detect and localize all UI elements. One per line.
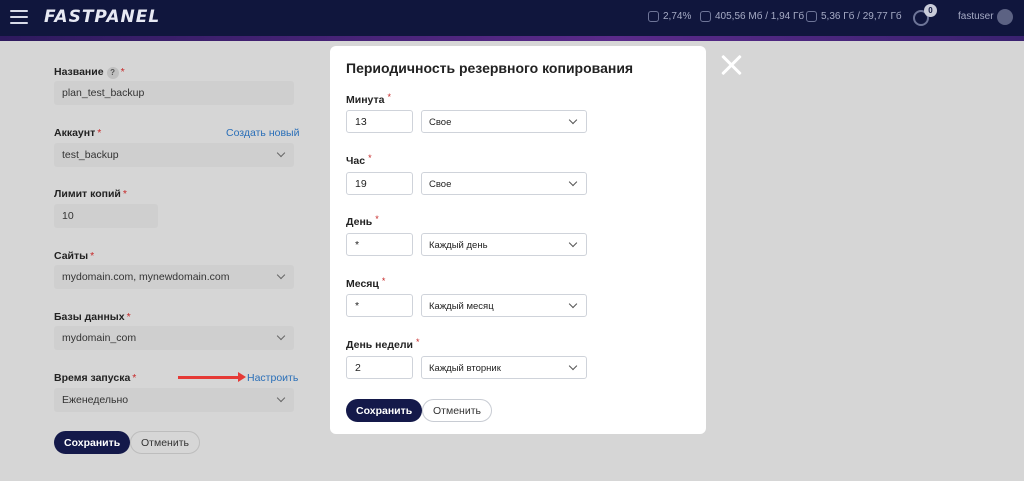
- create-account-link[interactable]: Создать новый: [226, 127, 299, 139]
- limit-label: Лимит копий *: [54, 188, 127, 200]
- hour-label: Час *: [346, 153, 372, 167]
- account-select[interactable]: test_backup: [54, 143, 294, 167]
- weekday-label: День недели *: [346, 337, 420, 351]
- schedule-modal: Периодичность резервного копирования Мин…: [330, 46, 706, 434]
- minute-mode-select[interactable]: Свое: [421, 110, 587, 133]
- minute-label: Минута *: [346, 92, 392, 106]
- user-avatar-icon[interactable]: [997, 9, 1013, 25]
- chevron-down-icon: [568, 299, 578, 309]
- name-input[interactable]: plan_test_backup: [54, 81, 294, 105]
- top-bar-accent: [0, 36, 1024, 41]
- cpu-stat: 2,74%: [648, 11, 691, 22]
- sites-select[interactable]: mydomain.com, mynewdomain.com: [54, 265, 294, 289]
- minute-input[interactable]: 13: [346, 110, 413, 133]
- annotation-arrow: [178, 372, 246, 382]
- ram-icon: [700, 11, 711, 22]
- schedule-label: Время запуска *: [54, 372, 137, 384]
- databases-label: Базы данных *: [54, 311, 131, 323]
- name-label: Название? *: [54, 66, 125, 79]
- disk-stat: 5,36 Гб / 29,77 Гб: [806, 11, 902, 22]
- hour-input[interactable]: 19: [346, 172, 413, 195]
- chevron-down-icon: [568, 177, 578, 187]
- account-label: Аккаунт *: [54, 127, 102, 139]
- modal-save-button[interactable]: Сохранить: [346, 399, 423, 422]
- month-label: Месяц *: [346, 276, 386, 290]
- day-input[interactable]: *: [346, 233, 413, 256]
- configure-schedule-link[interactable]: Настроить: [247, 372, 298, 384]
- chevron-down-icon: [568, 238, 578, 248]
- hamburger-menu-icon[interactable]: [10, 10, 28, 24]
- logo[interactable]: FASTPANEL: [44, 7, 160, 27]
- form-cancel-button[interactable]: Отменить: [130, 431, 200, 454]
- day-label: День *: [346, 214, 379, 228]
- sites-label: Сайты *: [54, 250, 95, 262]
- cpu-icon: [648, 11, 659, 22]
- username[interactable]: fastuser: [958, 11, 994, 22]
- modal-title: Периодичность резервного копирования: [346, 60, 634, 76]
- limit-input[interactable]: 10: [54, 204, 158, 228]
- schedule-select[interactable]: Еженедельно: [54, 388, 294, 412]
- modal-cancel-button[interactable]: Отменить: [422, 399, 492, 422]
- disk-icon: [806, 11, 817, 22]
- cpu-value: 2,74%: [663, 11, 692, 22]
- month-input[interactable]: *: [346, 294, 413, 317]
- ram-value: 405,56 Мб / 1,94 Гб: [715, 11, 805, 22]
- tasks-badge: 0: [924, 4, 937, 17]
- top-bar: FASTPANEL 2,74% 405,56 Мб / 1,94 Гб 5,36…: [0, 0, 1024, 36]
- month-mode-select[interactable]: Каждый месяц: [421, 294, 587, 317]
- weekday-input[interactable]: 2: [346, 356, 413, 379]
- chevron-down-icon: [568, 115, 578, 125]
- weekday-mode-select[interactable]: Каждый вторник: [421, 356, 587, 379]
- databases-select[interactable]: mydomain_com: [54, 326, 294, 350]
- day-mode-select[interactable]: Каждый день: [421, 233, 587, 256]
- help-icon[interactable]: ?: [106, 67, 119, 79]
- ram-stat: 405,56 Мб / 1,94 Гб: [700, 11, 804, 22]
- hour-mode-select[interactable]: Свое: [421, 172, 587, 195]
- form-save-button[interactable]: Сохранить: [54, 431, 131, 454]
- chevron-down-icon: [568, 361, 578, 371]
- disk-value: 5,36 Гб / 29,77 Гб: [821, 11, 902, 22]
- close-icon[interactable]: [720, 54, 742, 76]
